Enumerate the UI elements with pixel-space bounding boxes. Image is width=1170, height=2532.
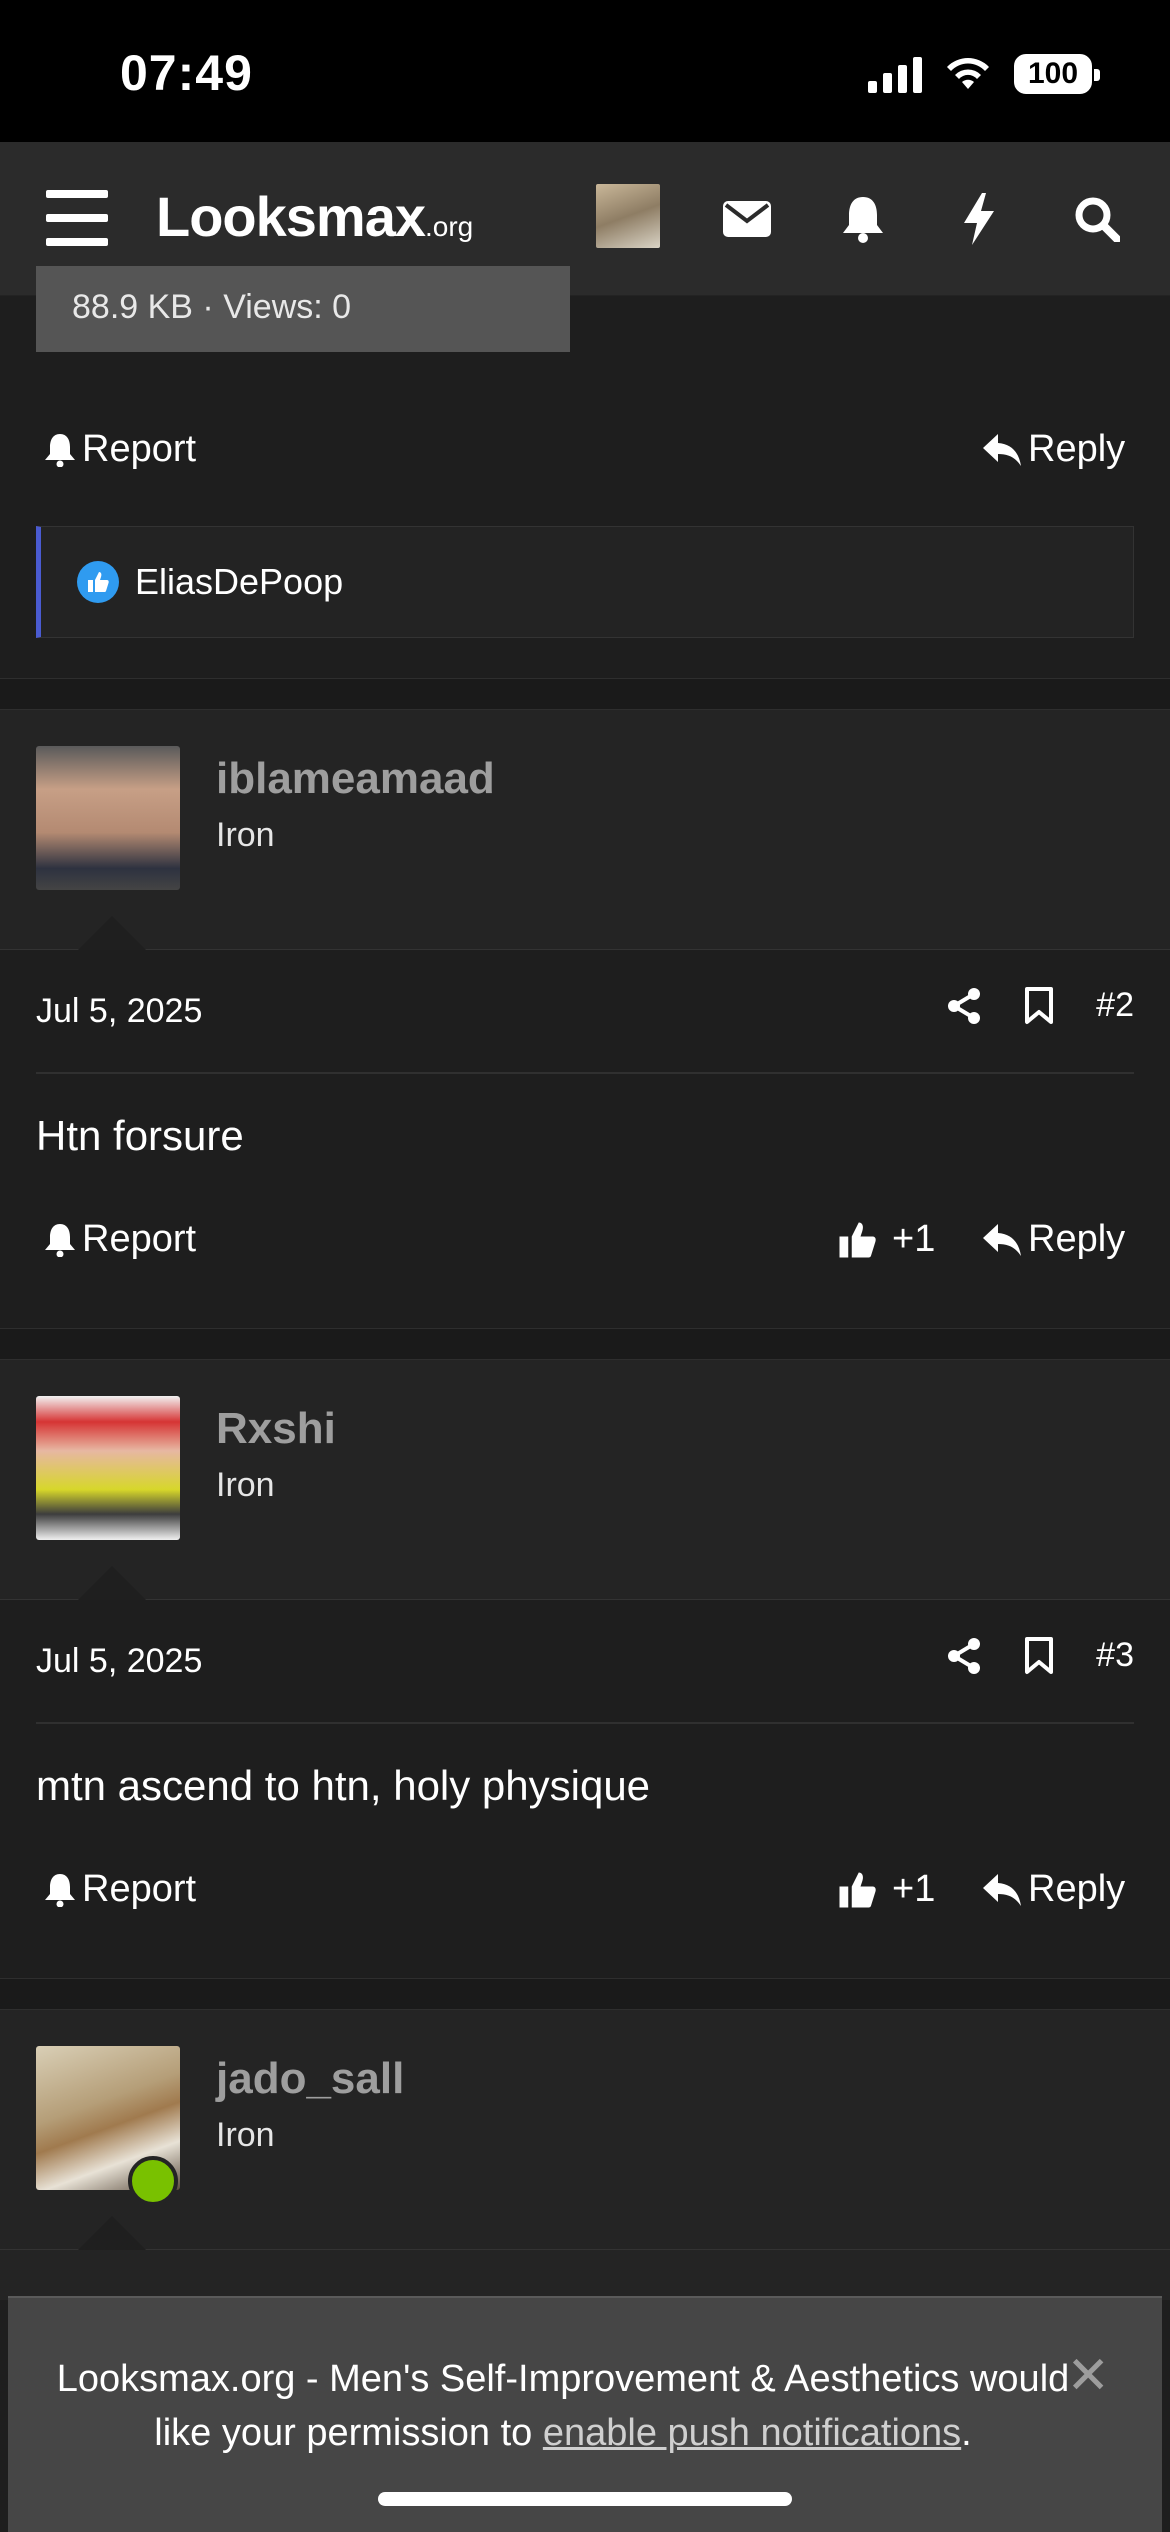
bolt-icon[interactable]	[948, 188, 1010, 250]
post-divider	[0, 1328, 1170, 1360]
post-body: Jul 5, 2025 #3 mtn ascend to htn, holy p…	[0, 1600, 1170, 1976]
post-3: Rxshi Iron Jul 5, 2025 #3 mtn ascend to …	[0, 1360, 1170, 1976]
status-bar: 07:49 100	[0, 0, 1170, 142]
reactions-bar[interactable]: EliasDePoop	[36, 526, 1134, 638]
wifi-icon	[947, 58, 989, 89]
post-text: mtn ascend to htn, holy physique	[36, 1762, 651, 1809]
reactor-name[interactable]: EliasDePoop	[135, 561, 343, 603]
post-body: Jul 5, 2025 #2 Htn forsure Report +1 Rep…	[0, 950, 1170, 1326]
search-icon[interactable]	[1066, 188, 1128, 250]
like-button[interactable]: +1	[836, 1868, 935, 1911]
bell-icon	[45, 1223, 75, 1257]
logo-text: Looksmax	[156, 185, 426, 248]
reply-button[interactable]: Reply	[982, 1868, 1125, 1911]
user-block: Rxshi Iron	[0, 1360, 1170, 1600]
logo-suffix: .org	[425, 211, 474, 242]
avatar-pointer	[78, 2216, 146, 2250]
user-block: iblameamaad Iron	[0, 710, 1170, 950]
avatar-pointer	[78, 1566, 146, 1600]
reply-icon	[983, 433, 1021, 466]
battery-icon: 100	[1014, 54, 1100, 94]
post-tools: #3	[946, 1636, 1134, 1675]
reply-label: Reply	[1028, 428, 1126, 470]
bookmark-icon[interactable]	[1024, 986, 1054, 1025]
post-date[interactable]: Jul 5, 2025	[36, 992, 202, 1031]
reaction-count: +1	[892, 1218, 936, 1260]
share-icon[interactable]	[946, 987, 982, 1025]
like-badge-icon	[77, 561, 119, 603]
attachment-thumbnail[interactable]: 88.9 KB · Views: 0	[36, 266, 570, 352]
enable-push-link[interactable]: enable push notifications	[543, 2412, 961, 2454]
username[interactable]: jado_sall	[216, 2054, 404, 2104]
username[interactable]: iblameamaad	[216, 754, 495, 804]
report-label: Report	[82, 1868, 197, 1910]
reply-label: Reply	[1028, 1868, 1126, 1910]
post-number[interactable]: #3	[1096, 1636, 1134, 1675]
avatar[interactable]	[36, 1396, 180, 1540]
avatar-pointer	[78, 916, 146, 950]
attachment-meta: 88.9 KB · Views: 0	[72, 288, 352, 326]
reply-icon	[983, 1873, 1021, 1906]
status-icons: 100	[868, 54, 1100, 94]
user-title: Iron	[216, 2116, 275, 2154]
thumbs-up-icon	[839, 1222, 876, 1257]
reaction-count: +1	[892, 1868, 936, 1910]
avatar[interactable]	[36, 746, 180, 890]
post-tools: #2	[946, 986, 1134, 1025]
report-button[interactable]: Report	[44, 1218, 196, 1261]
reply-button[interactable]: Reply	[982, 1218, 1125, 1261]
thumbs-up-icon	[839, 1872, 876, 1907]
user-title: Iron	[216, 1466, 275, 1504]
reply-label: Reply	[1028, 1218, 1126, 1260]
site-logo[interactable]: Looksmax.org	[156, 184, 473, 249]
share-icon[interactable]	[946, 1637, 982, 1675]
page: 07:49 100 Looksmax.org 88.9 KB · Views: …	[0, 0, 1170, 2532]
envelope-icon[interactable]	[716, 188, 778, 250]
close-icon[interactable]: ✕	[1066, 2350, 1110, 2402]
menu-icon[interactable]	[46, 190, 108, 246]
online-status-indicator	[128, 2156, 178, 2206]
post-date[interactable]: Jul 5, 2025	[36, 1642, 202, 1681]
reply-icon	[983, 1223, 1021, 1256]
post-4: jado_sall Iron	[0, 2010, 1170, 2300]
report-label: Report	[82, 1218, 197, 1260]
user-title: Iron	[216, 816, 275, 854]
post-separator	[36, 1072, 1134, 1074]
bookmark-icon[interactable]	[1024, 1636, 1054, 1675]
bell-icon	[45, 433, 75, 467]
bell-icon[interactable]	[832, 188, 894, 250]
post-divider	[0, 1978, 1170, 2010]
status-time: 07:49	[120, 45, 253, 101]
post-divider	[0, 678, 1170, 710]
bell-icon	[45, 1873, 75, 1907]
home-indicator[interactable]	[378, 2492, 792, 2506]
post-number[interactable]: #2	[1096, 986, 1134, 1025]
report-label: Report	[82, 428, 197, 470]
push-banner-text: Looksmax.org - Men's Self-Improvement & …	[48, 2352, 1078, 2460]
post-separator	[36, 1722, 1134, 1724]
like-button[interactable]: +1	[836, 1218, 935, 1261]
user-block: jado_sall Iron	[0, 2010, 1170, 2250]
report-button[interactable]: Report	[44, 428, 196, 471]
signal-icon	[868, 55, 922, 93]
post-2: iblameamaad Iron Jul 5, 2025 #2 Htn fors…	[0, 710, 1170, 1326]
reply-button[interactable]: Reply	[982, 428, 1125, 471]
username[interactable]: Rxshi	[216, 1404, 336, 1454]
report-button[interactable]: Report	[44, 1868, 196, 1911]
account-avatar[interactable]	[596, 184, 660, 248]
post-text: Htn forsure	[36, 1112, 244, 1159]
push-text-end: .	[961, 2412, 972, 2454]
